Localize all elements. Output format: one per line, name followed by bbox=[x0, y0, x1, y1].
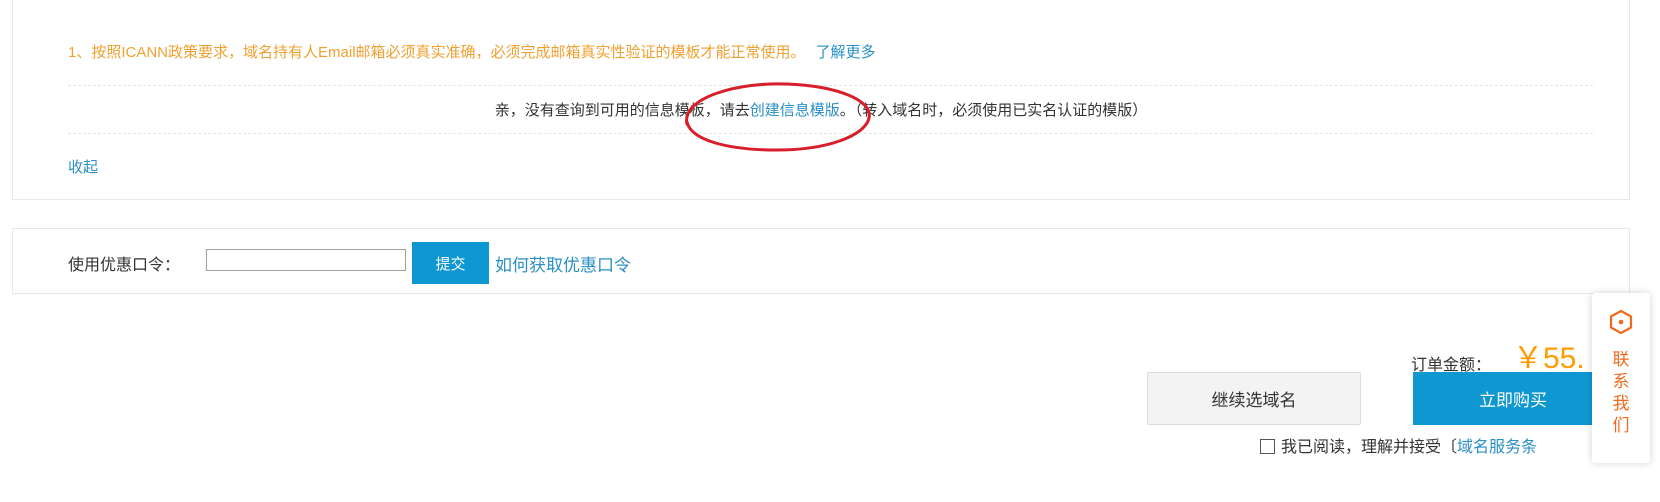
coupon-help-link[interactable]: 如何获取优惠口令 bbox=[495, 251, 631, 276]
checkout-page: 1、按照ICANN政策要求，域名持有人Email邮箱必须真实准确，必须完成邮箱真… bbox=[0, 0, 1660, 502]
agreement-text: 我已阅读，理解并接受〔 bbox=[1281, 439, 1458, 456]
learn-more-link[interactable]: 了解更多 bbox=[816, 44, 876, 61]
collapse-link[interactable]: 收起 bbox=[68, 156, 98, 177]
contact-us-widget[interactable]: 联系我们 bbox=[1592, 293, 1650, 463]
coupon-label: 使用优惠口令： bbox=[68, 257, 181, 274]
icann-notice-text: 1、按照ICANN政策要求，域名持有人Email邮箱必须真实准确，必须完成邮箱真… bbox=[68, 44, 806, 61]
support-hexagon-icon bbox=[1609, 309, 1633, 335]
template-notice-panel: 1、按照ICANN政策要求，域名持有人Email邮箱必须真实准确，必须完成邮箱真… bbox=[12, 0, 1630, 200]
coupon-panel: 使用优惠口令： 提交 如何获取优惠口令 bbox=[12, 228, 1630, 294]
coupon-input[interactable] bbox=[206, 249, 406, 271]
no-template-prefix: 亲，没有查询到可用的信息模板，请去 bbox=[494, 102, 750, 119]
divider bbox=[68, 85, 1593, 86]
agreement-checkbox[interactable] bbox=[1260, 439, 1275, 454]
divider bbox=[68, 133, 1593, 134]
buy-now-button[interactable]: 立即购买 bbox=[1413, 372, 1613, 425]
contact-us-label: 联系我们 bbox=[1612, 350, 1630, 435]
coupon-submit-button[interactable]: 提交 bbox=[412, 242, 489, 284]
order-amount-value: ￥55. bbox=[1513, 342, 1585, 375]
create-template-link[interactable]: 创建信息模版 bbox=[750, 102, 840, 119]
no-template-message: 亲，没有查询到可用的信息模板，请去创建信息模版。（转入域名时，必须使用已实名认证… bbox=[13, 99, 1629, 120]
terms-link[interactable]: 域名服务条 bbox=[1457, 439, 1537, 456]
agreement-row: 我已阅读，理解并接受〔域名服务条 bbox=[1260, 433, 1600, 457]
continue-select-domain-button[interactable]: 继续选域名 bbox=[1147, 372, 1361, 425]
no-template-suffix: 。（转入域名时，必须使用已实名认证的模版） bbox=[839, 102, 1148, 119]
icann-notice: 1、按照ICANN政策要求，域名持有人Email邮箱必须真实准确，必须完成邮箱真… bbox=[68, 41, 876, 62]
